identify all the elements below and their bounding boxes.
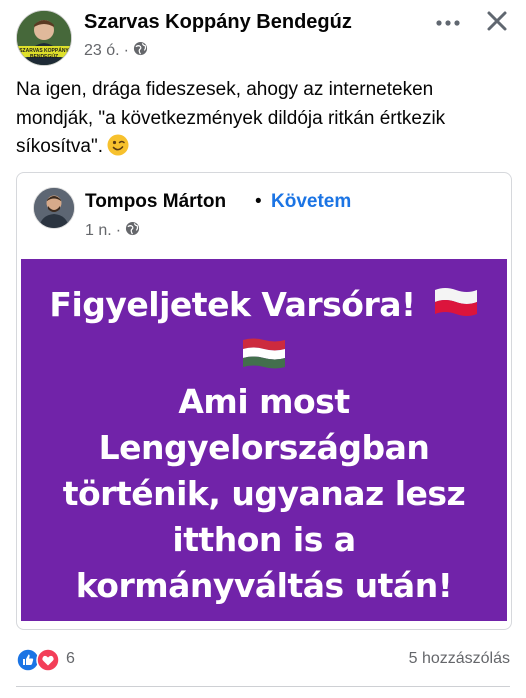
follow-button[interactable]: Követem: [271, 191, 351, 213]
globe-icon: [133, 41, 148, 61]
shared-author-name[interactable]: Tompos Márton: [85, 191, 226, 213]
image-body-text: Ami most Lengyelországban történik, ugya…: [21, 379, 507, 609]
follow-separator: •: [255, 191, 262, 212]
shared-post-time[interactable]: 1 n.: [85, 222, 112, 240]
shared-post-card[interactable]: Tompos Márton • Követem 1 n. · Figyeljet…: [16, 172, 512, 630]
hungary-flag-emoji: [241, 337, 287, 373]
image-line: kormányváltás után!: [75, 566, 453, 605]
comment-count[interactable]: 5 hozzászólás: [409, 650, 510, 668]
post-header: SZARVAS KOPPÁNY BENDEGÚZ Szarvas Koppány…: [14, 8, 514, 68]
post-body: Na igen, drága fideszesek, ahogy az inte…: [16, 79, 446, 157]
poland-flag-emoji: [433, 286, 479, 326]
image-headline-text: Figyeljetek Varsóra!: [49, 285, 416, 324]
post-text: Na igen, drága fideszesek, ahogy az inte…: [16, 76, 512, 166]
post-meta: 23 ó. ·: [84, 41, 148, 61]
post-time[interactable]: 23 ó.: [84, 42, 120, 60]
winking-face-emoji: [107, 134, 129, 166]
close-icon: [486, 10, 508, 37]
more-options-button[interactable]: [430, 8, 466, 36]
meta-separator: ·: [123, 42, 129, 59]
image-headline: Figyeljetek Varsóra!: [21, 285, 507, 326]
reaction-count[interactable]: 6: [66, 650, 75, 668]
post-author-name[interactable]: Szarvas Koppány Bendegúz: [84, 11, 352, 34]
more-horizontal-icon: [436, 13, 460, 31]
globe-icon: [125, 221, 140, 241]
image-line: Ami most: [178, 382, 350, 421]
reactions-bar: 6 5 hozzászólás: [16, 648, 510, 672]
image-line: történik, ugyanaz lesz: [62, 474, 466, 513]
footer-divider: [16, 686, 510, 687]
author-avatar[interactable]: SZARVAS KOPPÁNY BENDEGÚZ: [16, 10, 72, 66]
shared-author-avatar[interactable]: [33, 187, 75, 229]
avatar-banner-text: SZARVAS KOPPÁNY BENDEGÚZ: [19, 48, 69, 60]
reaction-icons[interactable]: [16, 648, 60, 677]
shared-post-meta: 1 n. ·: [85, 221, 140, 241]
close-button[interactable]: [480, 6, 514, 40]
flag-row: [21, 337, 507, 373]
shared-post-image[interactable]: Figyeljetek Varsóra! Ami most Lengyelors…: [21, 259, 507, 621]
image-line: itthon is a: [172, 520, 356, 559]
meta-separator: ·: [115, 222, 122, 239]
love-icon: [36, 648, 60, 677]
image-line: Lengyelországban: [98, 428, 430, 467]
